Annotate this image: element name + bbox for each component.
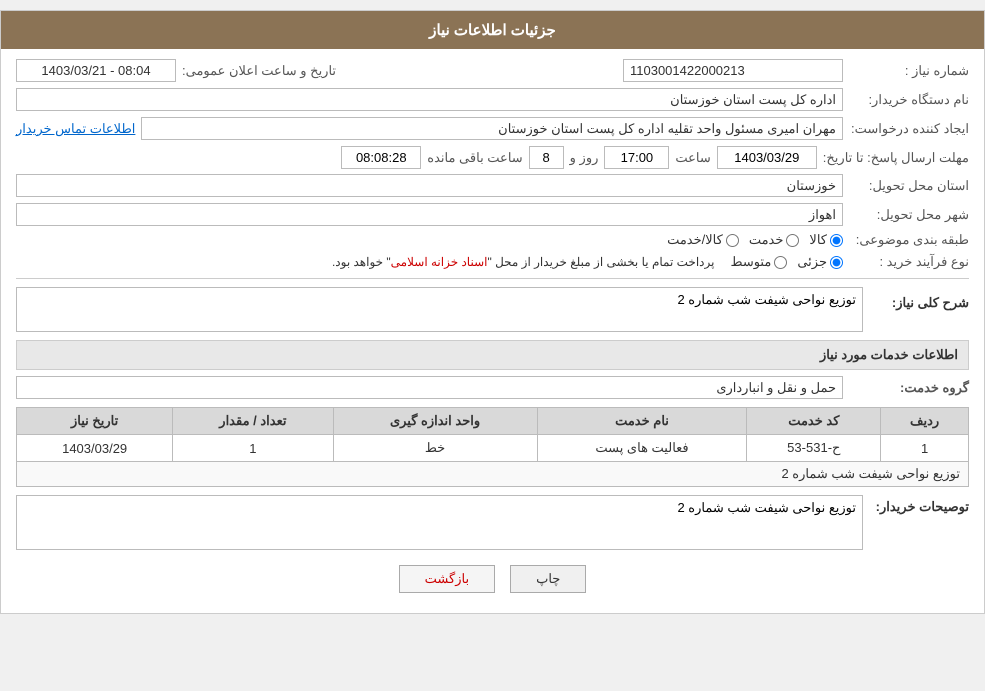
cell-code: ح-531-53 (747, 435, 881, 462)
process-jozii-radio[interactable] (830, 256, 843, 269)
category-kala-radio[interactable] (830, 234, 843, 247)
table-desc-cell: توزیع نواحی شیفت شب شماره 2 (17, 462, 969, 487)
time-label: ساعت (675, 150, 710, 166)
services-table-container: ردیف کد خدمت نام خدمت واحد اندازه گیری ت… (16, 407, 969, 487)
process-motavasset-item: متوسط (730, 254, 787, 270)
deadline-label: مهلت ارسال پاسخ: تا تاریخ: (823, 150, 969, 166)
deadline-row: مهلت ارسال پاسخ: تا تاریخ: ساعت روز و سا… (16, 146, 969, 169)
process-jozii-item: جزئی (797, 254, 843, 270)
announce-label: تاریخ و ساعت اعلان عمومی: (182, 63, 336, 79)
need-number-row: شماره نیاز : تاریخ و ساعت اعلان عمومی: (16, 59, 969, 82)
creator-contact-link[interactable]: اطلاعات تماس خریدار (16, 121, 135, 137)
table-desc-row: توزیع نواحی شیفت شب شماره 2 (17, 462, 969, 487)
process-motavasset-label: متوسط (730, 254, 771, 270)
col-header-name: نام خدمت (537, 408, 747, 435)
col-header-qty: تعداد / مقدار (173, 408, 333, 435)
category-radio-group: کالا خدمت کالا/خدمت (667, 232, 843, 248)
province-row: استان محل تحویل: (16, 174, 969, 197)
category-row: طبقه بندی موضوعی: کالا خدمت کالا/خدمت (16, 232, 969, 248)
back-button[interactable]: بازگشت (399, 565, 495, 593)
category-kala-khedmat-item: کالا/خدمت (667, 232, 739, 248)
buyer-desc-label: توصیحات خریدار: (869, 495, 969, 515)
process-note: پرداخت تمام یا بخشی از مبلغ خریدار از مح… (332, 255, 715, 269)
org-field[interactable] (16, 88, 843, 111)
process-row: نوع فرآیند خرید : جزئی متوسط پرداخت تمام… (16, 254, 969, 270)
buyer-desc-textarea[interactable] (16, 495, 863, 550)
col-header-index: ردیف (881, 408, 969, 435)
deadline-remaining-field[interactable] (341, 146, 421, 169)
category-khedmat-radio[interactable] (786, 234, 799, 247)
page-content: شماره نیاز : تاریخ و ساعت اعلان عمومی: ن… (1, 49, 984, 613)
creator-row: ایجاد کننده درخواست: اطلاعات تماس خریدار (16, 117, 969, 140)
process-label: نوع فرآیند خرید : (849, 254, 969, 270)
deadline-time-field[interactable] (604, 146, 669, 169)
category-kala-item: کالا (809, 232, 843, 248)
cell-qty: 1 (173, 435, 333, 462)
creator-field[interactable] (141, 117, 843, 140)
city-label: شهر محل تحویل: (849, 207, 969, 223)
col-header-unit: واحد اندازه گیری (333, 408, 537, 435)
divider-1 (16, 278, 969, 279)
table-row: 1 ح-531-53 فعالیت های پست خط 1 1403/03/2… (17, 435, 969, 462)
deadline-day-field[interactable] (529, 146, 564, 169)
day-label: روز و (570, 150, 599, 166)
page-title: جزئیات اطلاعات نیاز (429, 22, 556, 39)
cell-unit: خط (333, 435, 537, 462)
category-kala-label: کالا (809, 232, 827, 248)
creator-label: ایجاد کننده درخواست: (849, 121, 969, 137)
need-number-field[interactable] (623, 59, 843, 82)
col-header-code: کد خدمت (747, 408, 881, 435)
services-table: ردیف کد خدمت نام خدمت واحد اندازه گیری ت… (16, 407, 969, 487)
province-label: استان محل تحویل: (849, 178, 969, 194)
description-textarea[interactable] (16, 287, 863, 332)
process-jozii-label: جزئی (797, 254, 827, 270)
category-khedmat-label: خدمت (749, 232, 784, 248)
col-header-date: تاریخ نیاز (17, 408, 173, 435)
org-label: نام دستگاه خریدار: (849, 92, 969, 108)
city-field[interactable] (16, 203, 843, 226)
category-kala-khedmat-radio[interactable] (726, 234, 739, 247)
table-header-row: ردیف کد خدمت نام خدمت واحد اندازه گیری ت… (17, 408, 969, 435)
description-row: شرح کلی نیاز: (16, 287, 969, 332)
org-row: نام دستگاه خریدار: (16, 88, 969, 111)
service-group-field[interactable] (16, 376, 843, 399)
buttons-row: چاپ بازگشت (16, 565, 969, 593)
cell-index: 1 (881, 435, 969, 462)
province-field[interactable] (16, 174, 843, 197)
description-label: شرح کلی نیاز: (869, 295, 969, 311)
deadline-date-field[interactable] (717, 146, 817, 169)
remaining-label: ساعت باقی مانده (427, 150, 522, 166)
process-motavasset-radio[interactable] (774, 256, 787, 269)
services-section-title: اطلاعات خدمات مورد نیاز (16, 340, 969, 370)
buyer-desc-wrap: توصیحات خریدار: (16, 495, 969, 550)
service-group-label: گروه خدمت: (849, 380, 969, 396)
cell-name: فعالیت های پست (537, 435, 747, 462)
category-kala-khedmat-label: کالا/خدمت (667, 232, 723, 248)
page-wrapper: جزئیات اطلاعات نیاز شماره نیاز : تاریخ و… (0, 10, 985, 614)
page-header: جزئیات اطلاعات نیاز (1, 11, 984, 49)
category-khedmat-item: خدمت (749, 232, 800, 248)
cell-date: 1403/03/29 (17, 435, 173, 462)
process-radio-group: جزئی متوسط (730, 254, 843, 270)
announce-field[interactable] (16, 59, 176, 82)
service-group-row: گروه خدمت: (16, 376, 969, 399)
city-row: شهر محل تحویل: (16, 203, 969, 226)
category-label: طبقه بندی موضوعی: (849, 232, 969, 248)
print-button[interactable]: چاپ (510, 565, 586, 593)
need-number-label: شماره نیاز : (849, 63, 969, 79)
